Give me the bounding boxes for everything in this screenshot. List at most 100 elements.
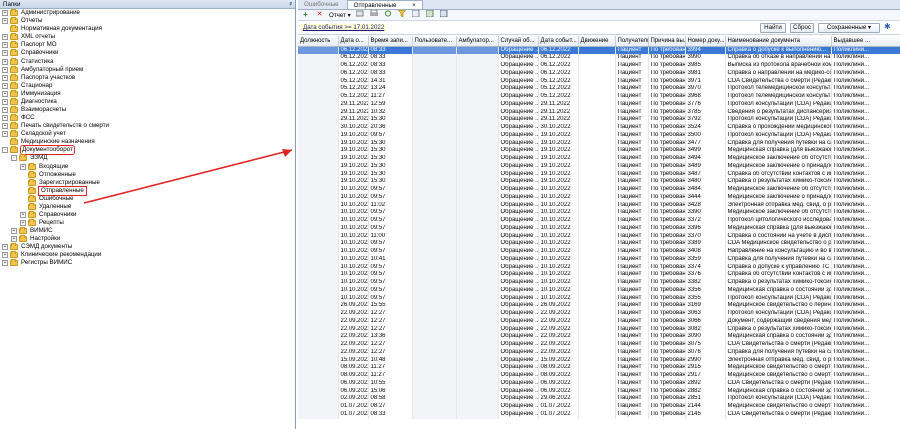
column-header[interactable]: Дата о... — [338, 36, 369, 47]
table-row[interactable]: 06.12.2022 08:33 Обращение ... 06.12.2022 Па… — [298, 62, 900, 70]
column-header[interactable]: Случай об... — [498, 36, 539, 47]
table-row[interactable]: 05.12.2022 13:24 Обращение ... 05.12.2022 Па… — [298, 85, 900, 93]
sign-icon[interactable] — [425, 9, 435, 20]
tree-node[interactable]: + Стационар — [0, 81, 295, 90]
expand-toggle-icon[interactable]: + — [2, 10, 8, 17]
send-icon[interactable] — [439, 9, 449, 20]
expand-toggle-icon[interactable]: + — [20, 163, 26, 170]
table-row[interactable]: 10.10.2022 11:00 Обращение ... 10.10.2022 Па… — [298, 232, 900, 241]
table-row[interactable]: 06.12.2022 08:33 Обращение ... 06.12.2022 Па… — [298, 69, 900, 78]
expand-toggle-icon[interactable]: + — [11, 236, 17, 243]
delete-icon[interactable]: ✕ — [315, 10, 324, 20]
table-row[interactable]: 06.12.2022 08:33 Обращение ... 06.12.2022 Па… — [298, 46, 900, 55]
tree-node[interactable]: - ЭЗМД — [0, 154, 295, 162]
tree-node[interactable]: + Диагностика — [0, 97, 295, 106]
expand-toggle-icon[interactable]: - — [11, 155, 17, 162]
column-header[interactable]: Дата событ... — [538, 36, 579, 47]
table-row[interactable]: 10.10.2022 09:57 Обращение ... 10.10.2022 Па… — [298, 217, 900, 225]
table-row[interactable]: 29.11.2022 15:30 Обращение ... 29.11.2022 Па… — [298, 116, 900, 124]
column-header[interactable]: Пользовате... — [412, 36, 457, 47]
tree-node[interactable]: + СЭМД документы — [0, 243, 295, 251]
table-row[interactable]: 01.07.2022 08:27 Обращение ... 01.07.2022 Па… — [298, 403, 900, 411]
table-row[interactable]: 06.09.2022 10:55 Обращение ... 06.09.2022 Па… — [298, 379, 900, 388]
table-row[interactable]: 10.10.2022 09:57 Обращение ... 10.10.2022 Па… — [298, 279, 900, 287]
tree-node[interactable]: + Паспорта участков — [0, 73, 295, 82]
tree-node[interactable]: + Складской учет — [0, 130, 295, 138]
table-row[interactable]: 19.10.2022 09:57 Обращение ... 19.10.2022 Па… — [298, 131, 900, 140]
column-header[interactable]: Наименование документа — [725, 36, 832, 47]
expand-toggle-icon[interactable]: + — [2, 115, 8, 122]
expand-toggle-icon[interactable]: + — [2, 123, 8, 130]
tree-node[interactable]: + Печать свидетельств о смерти — [0, 122, 295, 130]
table-row[interactable]: 10.10.2022 09:57 Обращение ... 10.10.2022 Па… — [298, 224, 900, 233]
table-row[interactable]: 10.10.2022 09:57 Обращение ... 10.10.2022 Па… — [298, 248, 900, 256]
expand-toggle-icon[interactable]: + — [2, 244, 8, 251]
expand-toggle-icon[interactable]: - — [2, 147, 8, 154]
close-tab-icon[interactable]: × — [412, 2, 416, 9]
expand-toggle-icon[interactable]: + — [2, 34, 8, 41]
filter-icon[interactable] — [397, 9, 407, 20]
expand-toggle-icon[interactable]: + — [2, 106, 8, 113]
column-header[interactable]: Выдавшее ... — [831, 36, 900, 47]
tree-node[interactable]: + Клинические рекомендации — [0, 251, 295, 259]
tree-node[interactable]: Нормативная документация — [0, 25, 295, 33]
tree-node[interactable]: + Рецепты — [0, 219, 295, 227]
expand-toggle-icon[interactable]: + — [20, 220, 26, 227]
expand-toggle-icon[interactable]: + — [2, 82, 8, 89]
expand-toggle-icon[interactable]: + — [2, 260, 8, 267]
column-header[interactable]: Должность — [298, 36, 339, 47]
table-row[interactable]: 19.10.2022 15:30 Обращение ... 19.10.2022 Па… — [298, 178, 900, 186]
expand-toggle-icon[interactable]: + — [2, 252, 8, 259]
table-row[interactable]: 06.12.2022 08:33 Обращение ... 06.12.2022 Па… — [298, 54, 900, 62]
table-row[interactable]: 06.09.2022 15:06 Обращение ... 06.09.2022 Па… — [298, 387, 900, 396]
table-row[interactable]: 22.09.2022 12:27 Обращение ... 22.09.2022 Па… — [298, 317, 900, 326]
table-row[interactable]: 29.11.2022 10:32 Обращение ... 29.11.2022 Па… — [298, 108, 900, 117]
table-row[interactable]: 15.09.2022 10:48 Обращение ... 15.09.2022 Па… — [298, 356, 900, 365]
column-header[interactable]: Время запи... — [368, 36, 413, 47]
expand-toggle-icon[interactable]: + — [2, 98, 8, 105]
expand-toggle-icon[interactable]: + — [2, 66, 8, 73]
tree-node[interactable]: + Амбулаторный прием — [0, 65, 295, 74]
tree-node[interactable]: + ВИМИС — [0, 227, 295, 235]
saved-filters-button[interactable]: Сохраненные ▾ — [818, 23, 880, 33]
table-row[interactable]: 10.10.2022 09:57 Обращение ... 10.10.2022 Па… — [298, 286, 900, 295]
table-row[interactable]: 10.10.2022 09:57 Обращение ... 10.10.2022 Па… — [298, 263, 900, 272]
expand-toggle-icon[interactable]: + — [11, 228, 17, 235]
expand-toggle-icon[interactable]: + — [2, 90, 8, 97]
table-row[interactable]: 01.07.2022 08:33 Обращение ... 01.07.2022 Па… — [298, 410, 900, 419]
expand-toggle-icon[interactable]: + — [2, 74, 8, 81]
add-icon[interactable]: + — [301, 10, 310, 20]
table-row[interactable]: 22.09.2022 13:36 Обращение ... 22.09.2022 Па… — [298, 333, 900, 341]
table-row[interactable]: 19.10.2022 15:30 Обращение ... 19.10.2022 Па… — [298, 162, 900, 171]
table-row[interactable]: 19.10.2022 15:30 Обращение ... 19.10.2022 Па… — [298, 139, 900, 148]
table-row[interactable]: 19.10.2022 15:30 Обращение ... 19.10.2022 Па… — [298, 170, 900, 179]
table-row[interactable]: 10.10.2022 09:57 Обращение ... 10.10.2022 Па… — [298, 294, 900, 303]
table-row[interactable]: 22.09.2022 12:27 Обращение ... 22.09.2022 Па… — [298, 325, 900, 334]
tree-node[interactable]: + Настройки — [0, 235, 295, 243]
table-row[interactable]: 19.10.2022 15:30 Обращение ... 19.10.2022 Па… — [298, 147, 900, 155]
tab-sent[interactable]: Отправленные × — [346, 0, 423, 9]
export-icon[interactable] — [355, 10, 365, 20]
reset-button[interactable]: Сброс — [790, 23, 814, 33]
tree-node[interactable]: + Справочники — [0, 210, 295, 219]
tree-node[interactable]: + Иммунизация — [0, 89, 295, 98]
column-header[interactable]: Причина вы... — [648, 36, 686, 47]
expand-toggle-icon[interactable]: + — [2, 50, 8, 57]
table-row[interactable]: 10.10.2022 09:57 Обращение ... 10.10.2022 Па… — [298, 271, 900, 279]
tree-node[interactable]: Медицинские назначения — [0, 138, 295, 146]
print-icon[interactable] — [370, 9, 379, 20]
expand-toggle-icon[interactable]: + — [2, 58, 8, 65]
tree-node[interactable]: + Регистры ВИМИС — [0, 259, 295, 267]
table-row[interactable]: 30.10.2022 20:36 Обращение ... 30.10.2022 Па… — [298, 124, 900, 132]
table-row[interactable]: 22.09.2022 12:27 Обращение ... 22.09.2022 Па… — [298, 341, 900, 349]
tree-node[interactable]: + Взаиморасчеты — [0, 105, 295, 114]
column-header[interactable]: Номер доку... — [685, 36, 726, 47]
tree-node[interactable]: + Справочники — [0, 49, 295, 57]
tree-node[interactable]: + XML отчеты — [0, 33, 295, 41]
tree-node[interactable]: + Отчеты — [0, 17, 295, 25]
column-header[interactable]: Амбулатор... — [456, 36, 499, 47]
table-row[interactable]: 10.10.2022 11:02 Обращение ... 10.10.2022 Па… — [298, 201, 900, 210]
tree-node[interactable]: + Администрирование — [0, 9, 295, 17]
filter-condition-link[interactable]: Дата события >= 17.01.2022 — [301, 24, 387, 31]
tree-node[interactable]: Отложенные — [0, 170, 295, 179]
